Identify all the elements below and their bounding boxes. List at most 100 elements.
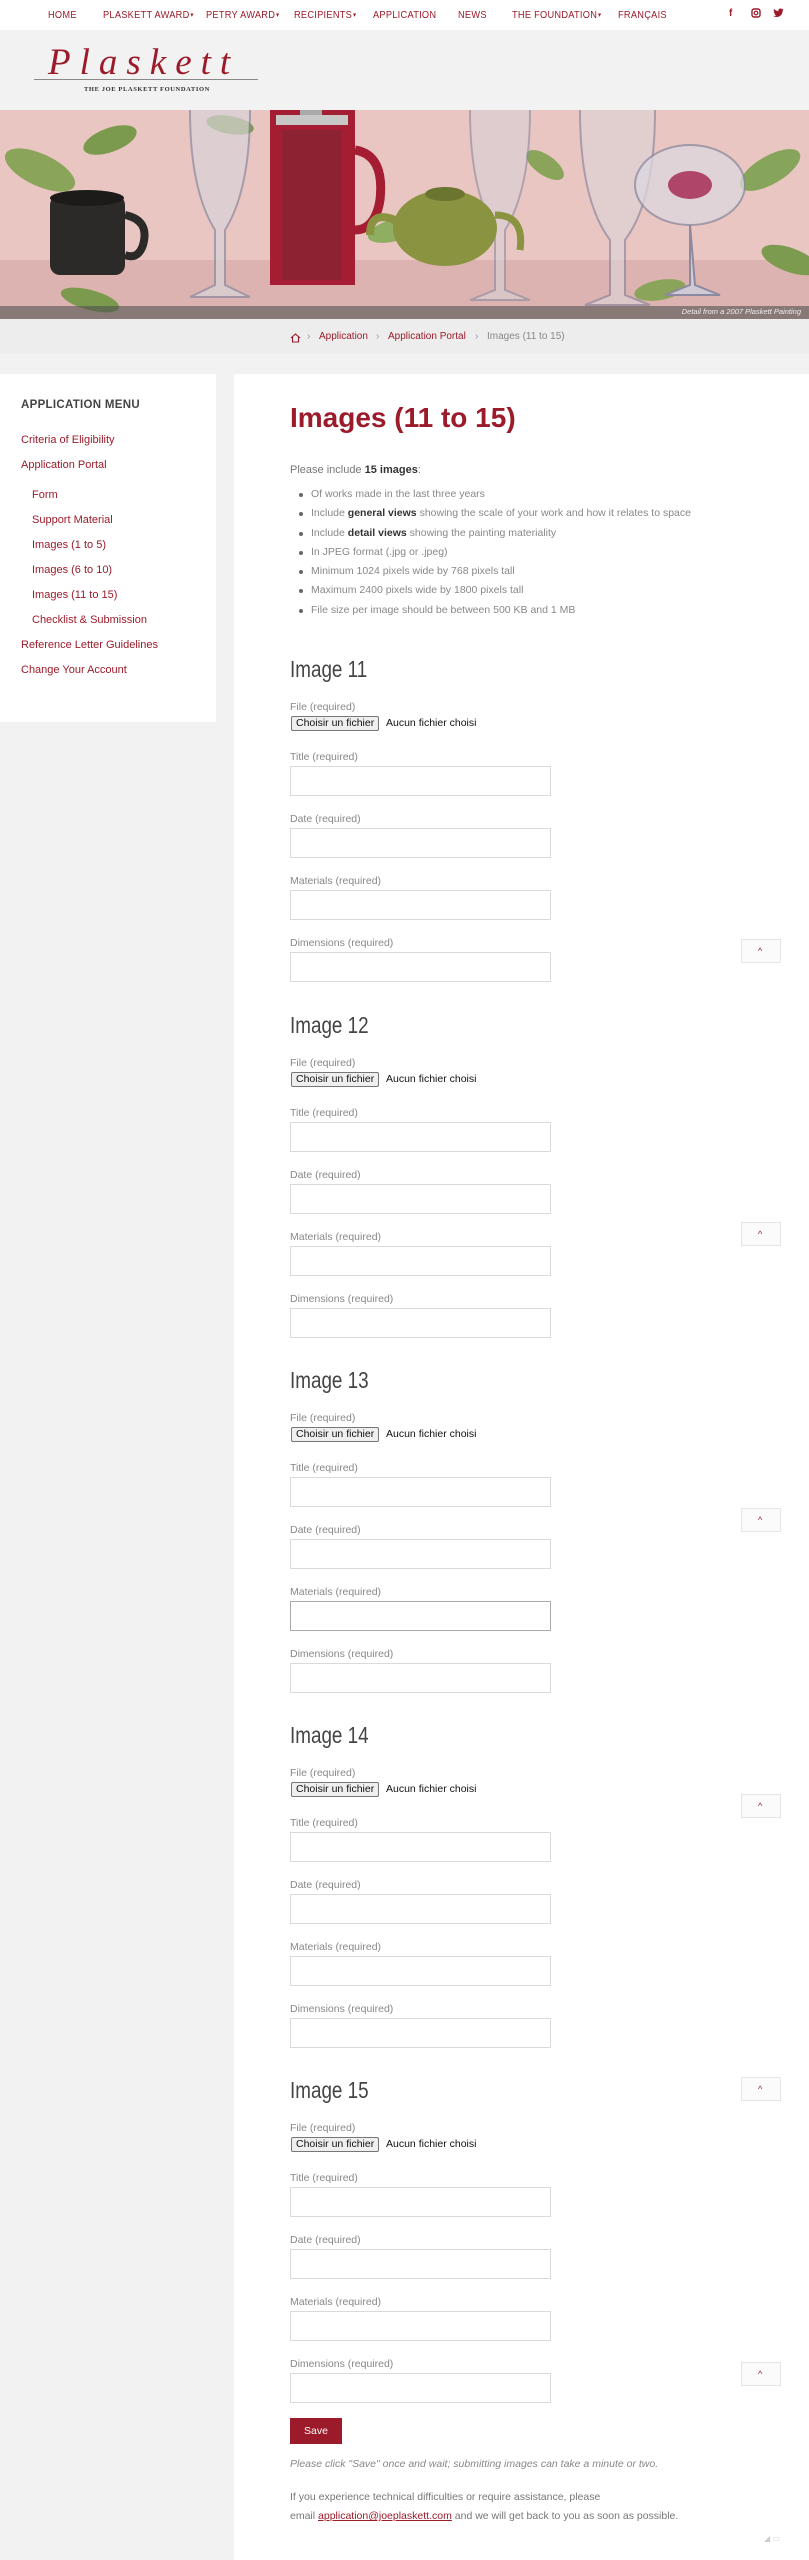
choose-file-button[interactable]: Choisir un fichier	[291, 2137, 380, 2152]
sidebar-item-images-6-10[interactable]: Images (6 to 10)	[32, 564, 112, 576]
contact-email-link[interactable]: application@joeplaskett.com	[318, 2510, 452, 2522]
scroll-top-button[interactable]: ^	[741, 2077, 781, 2101]
list-item: File size per image should be between 50…	[290, 604, 770, 623]
choose-file-button[interactable]: Choisir un fichier	[291, 1072, 380, 1087]
file-status: Aucun fichier choisi	[386, 1073, 477, 1085]
title-input[interactable]	[290, 766, 551, 796]
breadcrumb-application-portal[interactable]: Application Portal	[388, 331, 466, 342]
materials-input[interactable]	[290, 1601, 551, 1631]
dimensions-input[interactable]	[290, 1308, 551, 1338]
top-navigation: HOME PLASKETT AWARD▾ PETRY AWARD▾ RECIPI…	[0, 0, 809, 30]
nav-petry-award[interactable]: PETRY AWARD▾	[206, 9, 279, 21]
sidebar-item-images-11-15[interactable]: Images (11 to 15)	[32, 589, 117, 601]
materials-input[interactable]	[290, 1246, 551, 1276]
list-item: Of works made in the last three years	[290, 488, 770, 507]
nav-francais[interactable]: FRANÇAIS	[618, 9, 667, 21]
sidebar-item-checklist[interactable]: Checklist & Submission	[32, 614, 147, 626]
twitter-icon[interactable]	[773, 8, 784, 21]
file-label: File (required)	[290, 1412, 356, 1424]
title-input[interactable]	[290, 2187, 551, 2217]
nav-recipients[interactable]: RECIPIENTS▾	[294, 9, 356, 21]
date-input[interactable]	[290, 1894, 551, 1924]
home-icon[interactable]	[290, 330, 301, 348]
file-status: Aucun fichier choisi	[386, 1428, 477, 1440]
nav-home[interactable]: HOME	[48, 9, 77, 21]
scroll-top-button[interactable]: ^	[741, 939, 781, 963]
breadcrumb-application[interactable]: Application	[319, 331, 368, 342]
contact-text-email: email application@joeplaskett.com and we…	[290, 2507, 730, 2526]
facebook-icon[interactable]: f	[729, 8, 732, 19]
title-input[interactable]	[290, 1477, 551, 1507]
breadcrumb: › Application › Application Portal › Ima…	[0, 319, 809, 354]
file-label: File (required)	[290, 1057, 356, 1069]
intro-post: :	[417, 464, 421, 476]
dimensions-input[interactable]	[290, 2373, 551, 2403]
list-item-text: showing the painting materiality	[406, 526, 557, 539]
date-input[interactable]	[290, 2249, 551, 2279]
materials-input[interactable]	[290, 1956, 551, 1986]
intro-bold: 15 images	[364, 464, 418, 476]
contact-post: and we will get back to you as soon as p…	[451, 2510, 679, 2522]
save-note: Please click "Save" once and wait; submi…	[290, 2458, 659, 2470]
materials-label: Materials (required)	[290, 2296, 382, 2308]
sidebar-item-reference-letter[interactable]: Reference Letter Guidelines	[21, 639, 158, 651]
title-label: Title (required)	[290, 1107, 358, 1119]
nav-application[interactable]: APPLICATION	[373, 9, 436, 21]
sidebar-item-images-1-5[interactable]: Images (1 to 5)	[32, 539, 106, 551]
nav-news[interactable]: NEWS	[458, 9, 487, 21]
dimensions-input[interactable]	[290, 952, 551, 982]
date-label: Date (required)	[290, 813, 361, 825]
materials-input[interactable]	[290, 890, 551, 920]
logo[interactable]: Plaskett	[48, 41, 239, 84]
list-item-bold: detail views	[347, 526, 407, 539]
title-label: Title (required)	[290, 2172, 358, 2184]
choose-file-button[interactable]: Choisir un fichier	[291, 1782, 380, 1797]
date-input[interactable]	[290, 828, 551, 858]
main-content: Images (11 to 15) Please include 15 imag…	[234, 374, 809, 2560]
chevron-up-icon: ^	[758, 946, 763, 956]
nav-the-foundation-label: THE FOUNDATION	[512, 9, 598, 21]
nav-the-foundation[interactable]: THE FOUNDATION▾	[512, 9, 601, 21]
nav-plaskett-award[interactable]: PLASKETT AWARD▾	[103, 9, 194, 21]
sidebar-item-form[interactable]: Form	[32, 489, 58, 501]
list-item-text: Include	[311, 507, 348, 520]
instagram-icon[interactable]	[751, 8, 761, 20]
scroll-top-button[interactable]: ^	[741, 2362, 781, 2386]
sidebar-item-application-portal[interactable]: Application Portal	[21, 459, 107, 471]
title-label: Title (required)	[290, 1817, 358, 1829]
dimensions-label: Dimensions (required)	[290, 937, 394, 949]
sidebar-item-change-account[interactable]: Change Your Account	[21, 664, 127, 676]
scroll-top-button[interactable]: ^	[741, 1508, 781, 1532]
intro-text: Please include 15 images:	[290, 464, 421, 476]
page-title: Images (11 to 15)	[290, 402, 516, 433]
scroll-top-button[interactable]: ^	[741, 1222, 781, 1246]
choose-file-button[interactable]: Choisir un fichier	[291, 1427, 380, 1442]
list-item: In JPEG format (.jpg or .jpeg)	[290, 546, 770, 565]
title-label: Title (required)	[290, 751, 358, 763]
image-heading: Image 15	[290, 2077, 369, 2103]
recaptcha-badge-icon: ◢ ▭	[764, 2534, 780, 2543]
save-button[interactable]: Save	[290, 2418, 342, 2444]
chevron-down-icon: ▾	[276, 12, 280, 19]
choose-file-button[interactable]: Choisir un fichier	[291, 716, 380, 731]
breadcrumb-current: Images (11 to 15)	[487, 331, 565, 342]
contact-text: If you experience technical difficulties…	[290, 2491, 601, 2503]
date-input[interactable]	[290, 1184, 551, 1214]
title-input[interactable]	[290, 1832, 551, 1862]
chevron-down-icon: ▾	[352, 12, 357, 19]
dimensions-input[interactable]	[290, 1663, 551, 1693]
hero-banner-painting	[0, 110, 809, 319]
sidebar-item-criteria[interactable]: Criteria of Eligibility	[21, 434, 115, 446]
list-item-text: In JPEG format (.jpg or .jpeg)	[311, 545, 448, 558]
dimensions-input[interactable]	[290, 2018, 551, 2048]
sidebar-item-support-material[interactable]: Support Material	[32, 514, 113, 526]
nav-recipients-label: RECIPIENTS	[294, 9, 353, 21]
title-input[interactable]	[290, 1122, 551, 1152]
file-status: Aucun fichier choisi	[386, 1783, 477, 1795]
materials-label: Materials (required)	[290, 1941, 382, 1953]
breadcrumb-separator: ›	[376, 331, 380, 342]
scroll-top-button[interactable]: ^	[741, 1794, 781, 1818]
materials-input[interactable]	[290, 2311, 551, 2341]
date-input[interactable]	[290, 1539, 551, 1569]
file-label: File (required)	[290, 2122, 356, 2134]
